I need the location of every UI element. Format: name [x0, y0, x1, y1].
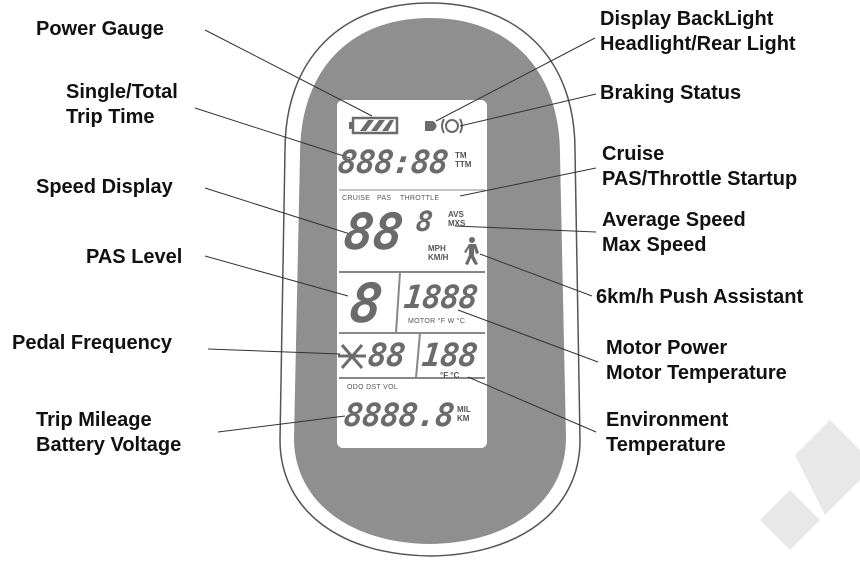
lcd-trip-time-digits: 888:88 [336, 143, 450, 181]
lcd-cadence-digits: 88 [366, 336, 407, 374]
lcd-odo-labels: ODO DST VOL [347, 384, 399, 391]
lcd-speed-digits: 88 [340, 203, 406, 261]
lcd-mxs: MXS [448, 219, 466, 228]
label-avg-speed-line1: Average Speed [602, 209, 746, 231]
label-avg-speed-line2: Max Speed [602, 234, 707, 256]
label-trip-time-line2: Trip Time [66, 106, 155, 128]
lcd-unit-km: KM [457, 414, 470, 423]
label-environment-line1: Environment [606, 409, 729, 431]
label-cruise-line1: Cruise [602, 143, 665, 165]
lcd-unit-kmh: KM/H [428, 253, 449, 262]
lcd-time-unit-tm: TM [455, 151, 467, 160]
watermark-logo [760, 420, 860, 550]
lcd-time-unit-ttm: TTM [455, 160, 472, 169]
label-backlight-line2: Headlight/Rear Light [600, 33, 796, 55]
label-trip-mileage: Trip Mileage Battery Voltage [36, 408, 181, 458]
lcd-temp-units: °F °C [440, 371, 460, 380]
label-environment: Environment Temperature [606, 408, 728, 458]
lcd-time-units: TM TTM [455, 151, 471, 169]
lcd-unit-mil: MIL [457, 405, 471, 414]
label-avg-speed: Average Speed Max Speed [602, 208, 746, 258]
label-motor-power-line1: Motor Power [606, 337, 728, 359]
label-pas-level-text: PAS Level [86, 246, 183, 268]
label-trip-time: Single/Total Trip Time [66, 80, 178, 130]
label-pedal-frequency-text: Pedal Frequency [12, 332, 173, 354]
label-cruise-line2: PAS/Throttle Startup [602, 168, 798, 190]
lcd-odo-digits: 8888.8 [342, 396, 456, 434]
label-trip-time-line1: Single/Total [66, 81, 178, 103]
label-trip-mileage-line1: Trip Mileage [36, 409, 152, 431]
lcd-odo-units: MIL KM [457, 405, 471, 423]
lcd-avs: AVS [448, 210, 464, 219]
lcd-env-temp-digits: 188 [420, 336, 479, 374]
label-braking-status-text: Braking Status [600, 82, 742, 104]
lcd-speed-units: MPH KM/H [428, 244, 448, 262]
headlight-icon [425, 121, 437, 131]
label-trip-mileage-line2: Battery Voltage [36, 434, 182, 456]
lcd-mode-pas: PAS [377, 195, 392, 202]
lcd-mode-throttle: THROTTLE [400, 195, 440, 202]
label-pas-level: PAS Level [86, 245, 182, 270]
label-push-assist: 6km/h Push Assistant [596, 285, 803, 310]
label-braking-status: Braking Status [600, 81, 741, 106]
lcd-motor-units: MOTOR °F W °C [408, 318, 466, 325]
label-speed-display-text: Speed Display [36, 176, 173, 198]
lcd-motor-digits: 1888 [402, 278, 480, 316]
label-push-assist-text: 6km/h Push Assistant [596, 286, 804, 308]
label-motor-power: Motor Power Motor Temperature [606, 336, 787, 386]
lcd-mode-cruise: CRUISE [342, 195, 371, 202]
label-environment-line2: Temperature [606, 434, 726, 456]
label-pedal-frequency: Pedal Frequency [12, 331, 172, 356]
label-cruise: Cruise PAS/Throttle Startup [602, 142, 797, 192]
label-speed-display: Speed Display [36, 175, 173, 200]
label-motor-power-line2: Motor Temperature [606, 362, 787, 384]
label-backlight-line1: Display BackLight [600, 8, 774, 30]
lcd-pas-digit: 8 [346, 272, 385, 335]
label-power-gauge: Power Gauge [36, 17, 164, 42]
label-power-gauge-text: Power Gauge [36, 18, 164, 40]
label-backlight: Display BackLight Headlight/Rear Light [600, 7, 796, 57]
lcd-unit-mph: MPH [428, 244, 446, 253]
lcd-avs-mxs: AVS MXS [448, 210, 465, 228]
lcd-speed-decimal: 8 [414, 205, 434, 238]
